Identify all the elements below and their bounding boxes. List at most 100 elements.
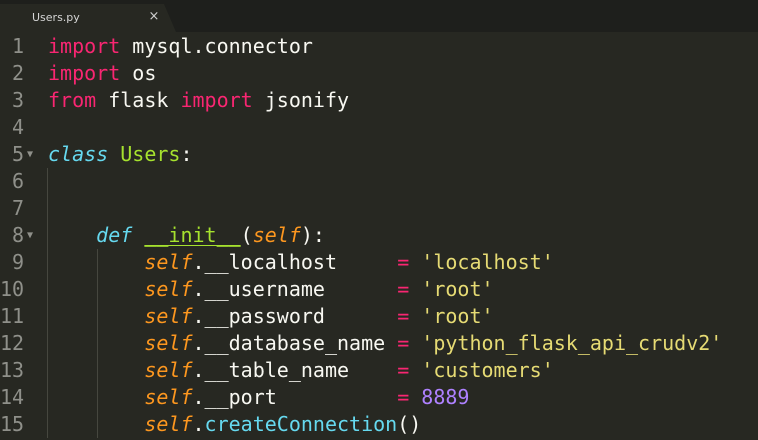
code-token: = [397,304,410,328]
code-token: self [144,304,193,328]
indent-guide [97,249,98,438]
code-token: __init__ [144,223,241,247]
code-token: 'customers' [421,358,554,382]
line-number: 4 [11,115,24,139]
code-token: self [144,385,193,409]
line-number: 5 [11,142,24,166]
code-line[interactable]: 14 self.__port = 8889 [0,384,758,411]
code-text: class Users: [48,141,193,168]
line-number: 14 [0,385,25,409]
code-token: = [397,331,410,355]
code-token: 'localhost' [421,250,554,274]
code-token: = [397,277,410,301]
code-token: . [192,412,205,436]
code-token: .__password [192,304,398,328]
code-token: .__localhost [192,250,398,274]
code-text: import mysql.connector [48,33,313,60]
code-line[interactable]: 6 [0,168,758,195]
code-line[interactable]: 4 [0,114,758,141]
code-line[interactable]: 10 self.__username = 'root' [0,276,758,303]
code-token: .__username [192,277,398,301]
code-text: self.__port = 8889 [48,384,469,411]
code-token: ): [300,223,325,247]
line-number: 10 [0,277,25,301]
code-token: = [397,250,410,274]
code-token: import [48,34,121,58]
code-token: import [180,88,253,112]
code-token: .__database_name [192,331,398,355]
line-number: 7 [11,196,24,220]
code-token: () [397,412,422,436]
tab-bar: Users.py × [0,0,758,32]
fold-arrow-icon[interactable]: ▼ [27,222,33,249]
code-line[interactable]: 7 [0,195,758,222]
code-token: 'python_flask_api_crudv2' [421,331,723,355]
code-text: import os [48,60,156,87]
code-text: self.createConnection() [48,411,421,438]
line-number: 11 [0,304,25,328]
code-text: self.__localhost = 'localhost' [48,249,554,276]
code-editor[interactable]: 1 import mysql.connector 2 import os 3 from f… [0,32,758,440]
code-token: 'root' [421,304,494,328]
code-line[interactable]: 5 ▼ class Users: [0,141,758,168]
code-line[interactable]: 1 import mysql.connector [0,33,758,60]
line-number: 15 [0,412,25,436]
code-token: import [48,61,121,85]
code-token: 'root' [421,277,494,301]
code-text: self.__username = 'root' [48,276,494,303]
indent-guide [47,168,48,438]
code-line[interactable]: 3 from flask import jsonify [0,87,758,114]
code-token: self [144,331,193,355]
code-token: = [397,358,410,382]
line-number: 2 [11,61,24,85]
code-token: : [180,142,193,166]
code-token: class [48,142,109,166]
code-token: = [397,385,410,409]
fold-arrow-icon[interactable]: ▼ [27,141,33,168]
code-text: self.__database_name = 'python_flask_api… [48,330,722,357]
code-token: mysql.connector [120,34,313,58]
code-text: from flask import jsonify [48,87,349,114]
line-number: 12 [0,331,25,355]
code-token: self [144,277,193,301]
line-number: 8 [11,223,24,247]
code-text: self.__table_name = 'customers' [48,357,554,384]
code-token: self [252,223,301,247]
code-line[interactable]: 2 import os [0,60,758,87]
code-token: def [96,223,133,247]
line-number: 1 [11,34,24,58]
line-number: 3 [11,88,24,112]
code-token: .__port [192,385,398,409]
code-token: ( [240,223,253,247]
code-line[interactable]: 12 self.__database_name = 'python_flask_… [0,330,758,357]
code-line[interactable]: 9 self.__localhost = 'localhost' [0,249,758,276]
code-token: jsonify [252,88,350,112]
code-token: os [120,61,157,85]
code-token: 8889 [421,385,470,409]
code-line[interactable]: 15 self.createConnection() [0,411,758,438]
line-number: 6 [11,169,24,193]
code-token: self [144,412,193,436]
code-line[interactable]: 8 ▼ def __init__(self): [0,222,758,249]
code-token: .__table_name [192,358,398,382]
tab-title: Users.py [32,11,80,24]
line-number: 9 [11,250,24,274]
code-text: def __init__(self): [48,222,325,249]
code-token: from [48,88,97,112]
code-token: self [144,358,193,382]
code-line[interactable]: 13 self.__table_name = 'customers' [0,357,758,384]
code-token: Users [120,142,181,166]
line-number: 13 [0,358,25,382]
tab-users-py[interactable]: Users.py × [0,4,176,32]
close-icon[interactable]: × [146,8,162,26]
code-token: createConnection [204,412,398,436]
code-line[interactable]: 11 self.__password = 'root' [0,303,758,330]
